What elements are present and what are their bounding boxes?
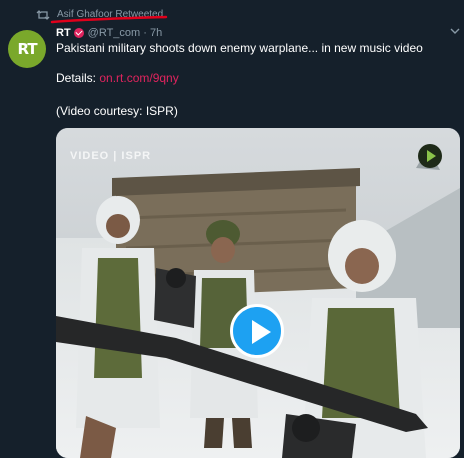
channel-play-icon <box>418 144 442 168</box>
retweet-icon <box>36 10 50 20</box>
video-watermark: VIDEO | ISPR <box>70 150 152 162</box>
avatar[interactable]: RT <box>8 30 46 68</box>
details-label: Details: <box>56 71 100 85</box>
retweet-context: Asif Ghafoor Retweeted <box>0 6 464 24</box>
author-handle[interactable]: @RT_com · 7h <box>88 27 163 39</box>
video-player[interactable]: VIDEO | ISPR <box>56 128 460 458</box>
author-name[interactable]: RT <box>56 27 71 39</box>
tweet-header: RT @RT_com · 7h <box>56 26 162 40</box>
tweet-link[interactable]: on.rt.com/9qny <box>99 71 178 85</box>
avatar-label: RT <box>17 40 37 58</box>
video-thumbnail <box>56 128 460 458</box>
chevron-down-icon[interactable] <box>450 26 460 36</box>
tweet-details: Details: on.rt.com/9qny <box>56 71 179 85</box>
verified-icon <box>73 28 84 38</box>
retweet-label[interactable]: Asif Ghafoor Retweeted <box>57 9 163 20</box>
video-courtesy: (Video courtesy: ISPR) <box>56 104 178 118</box>
tweet-text: Pakistani military shoots down enemy war… <box>56 41 423 55</box>
play-button[interactable] <box>230 304 284 358</box>
